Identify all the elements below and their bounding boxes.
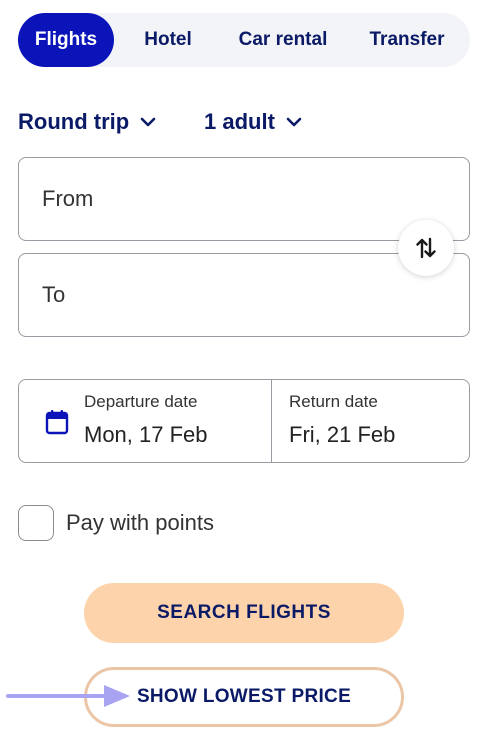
flight-search-panel: Flights Hotel Car rental Transfer Round …: [0, 0, 490, 742]
return-date-value: Fri, 21 Feb: [289, 422, 396, 447]
pay-with-points-label: Pay with points: [66, 510, 214, 535]
passengers-label: 1 adult: [204, 109, 275, 134]
tab-transfer[interactable]: Transfer: [344, 13, 470, 67]
pay-with-points-option[interactable]: Pay with points: [18, 505, 214, 541]
trip-type-dropdown[interactable]: Round trip: [18, 106, 157, 138]
chevron-down-icon: [140, 117, 156, 127]
chevron-down-icon: [286, 117, 302, 127]
arrow-right-icon: [6, 685, 130, 707]
from-placeholder: From: [42, 186, 94, 211]
product-tabs: Flights Hotel Car rental Transfer: [18, 13, 470, 67]
pay-with-points-checkbox[interactable]: [18, 505, 54, 541]
trip-type-label: Round trip: [18, 109, 130, 134]
from-field[interactable]: From: [18, 157, 470, 241]
to-placeholder: To: [42, 282, 66, 307]
departure-date-value: Mon, 17 Feb: [84, 422, 208, 447]
to-field[interactable]: To: [18, 253, 470, 337]
tab-car-rental[interactable]: Car rental: [222, 13, 344, 67]
swap-vertical-icon: [416, 237, 436, 259]
search-flights-button[interactable]: SEARCH FLIGHTS: [84, 583, 404, 643]
return-date-label: Return date: [289, 392, 378, 411]
calendar-icon: [45, 410, 69, 435]
tab-flights[interactable]: Flights: [18, 13, 114, 67]
departure-date-field[interactable]: Departure date Mon, 17 Feb: [19, 380, 272, 462]
return-date-field[interactable]: Return date Fri, 21 Feb: [272, 380, 469, 462]
swap-button[interactable]: [398, 220, 454, 276]
tab-hotel[interactable]: Hotel: [114, 13, 222, 67]
show-lowest-price-button[interactable]: SHOW LOWEST PRICE: [84, 667, 404, 727]
date-selector: Departure date Mon, 17 Feb Return date F…: [18, 379, 470, 463]
departure-date-label: Departure date: [84, 392, 198, 411]
passengers-dropdown[interactable]: 1 adult: [204, 106, 303, 138]
